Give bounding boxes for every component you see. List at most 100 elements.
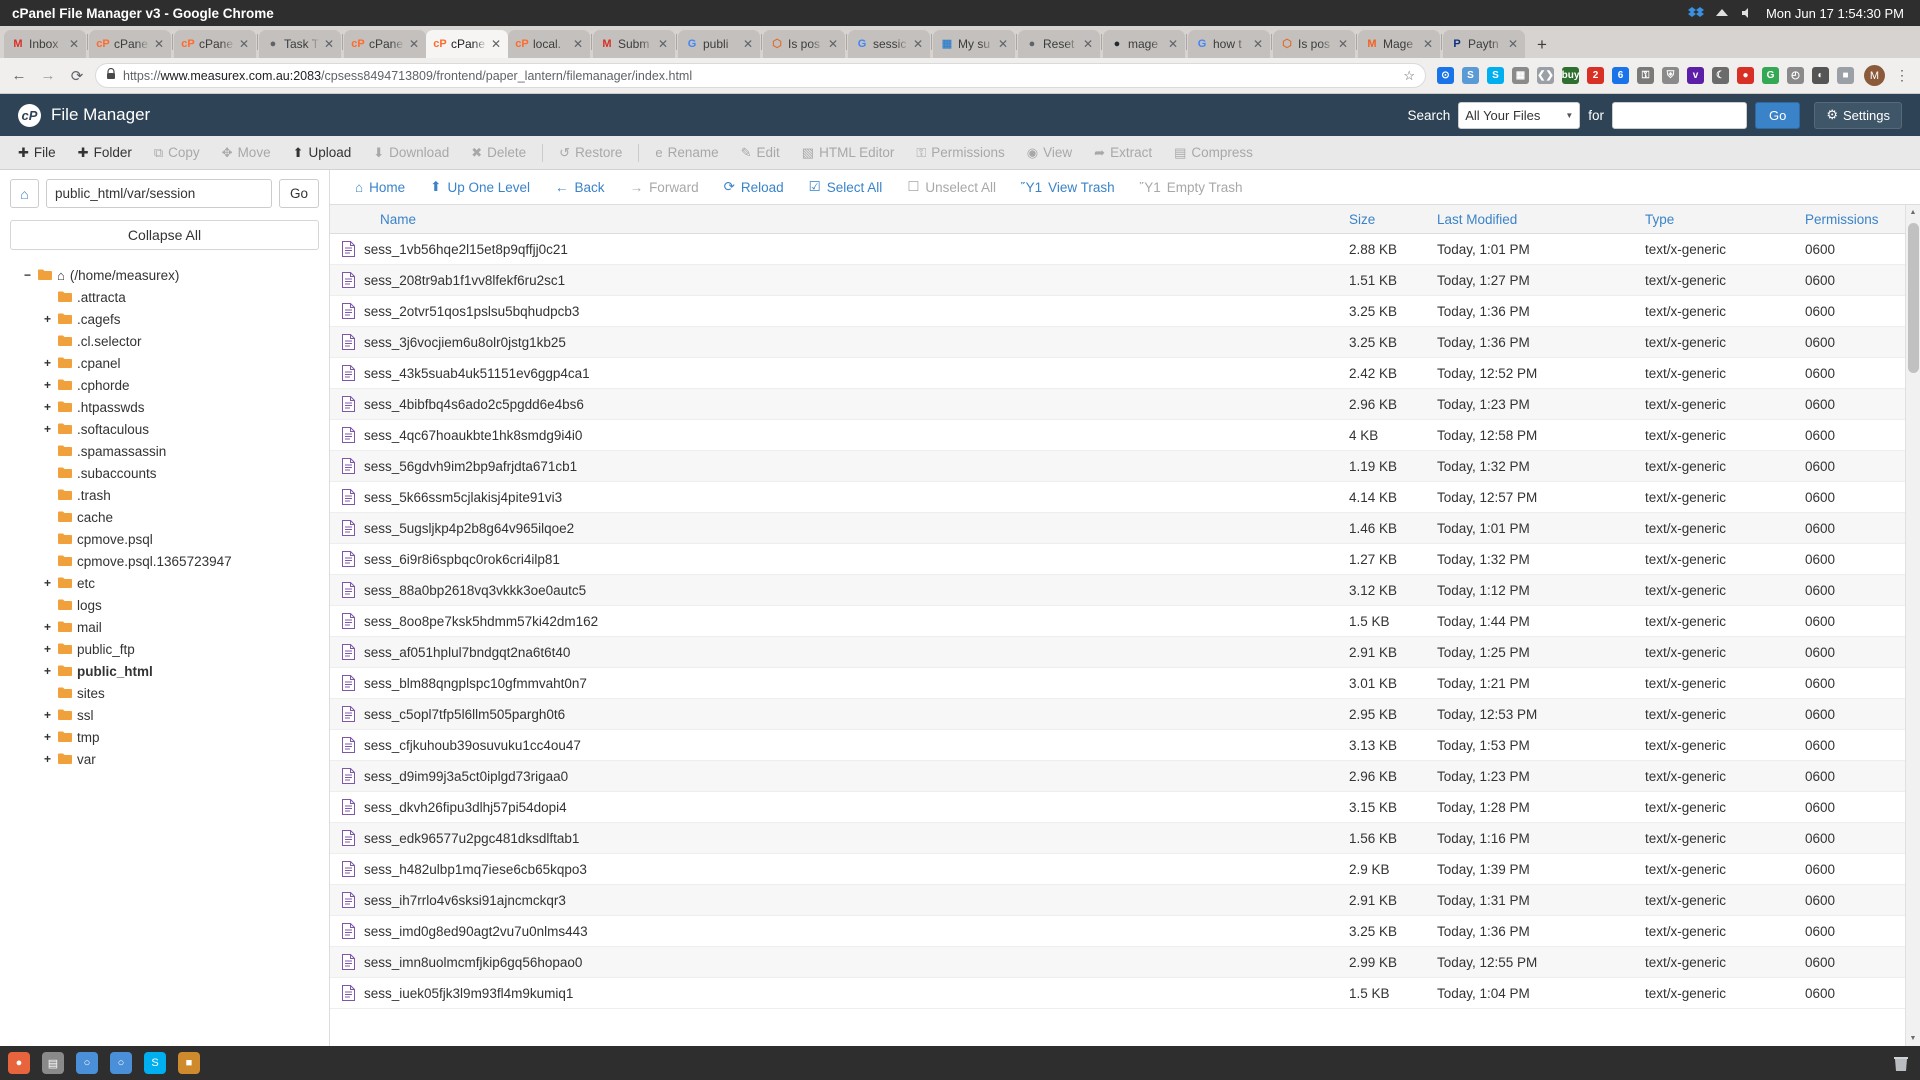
file-button[interactable]: ✚ File: [8, 139, 66, 167]
folder-button[interactable]: ✚ Folder: [68, 139, 142, 167]
tree-node[interactable]: cache: [10, 506, 319, 528]
tree-node[interactable]: .spamassassin: [10, 440, 319, 462]
browser-tab[interactable]: Gsessic ✕: [848, 30, 930, 58]
file-name-label[interactable]: sess_4bibfbq4s6ado2c5pgdd6e4bs6: [364, 397, 584, 412]
file-name-label[interactable]: sess_1vb56hqe2l15et8p9qffjj0c21: [364, 242, 568, 257]
ext-clock-icon[interactable]: ◴: [1787, 67, 1804, 84]
table-row[interactable]: sess_edk96577u2pgc481dksdlftab1 1.56 KB To…: [330, 823, 1905, 854]
tree-node[interactable]: + etc: [10, 572, 319, 594]
table-row[interactable]: sess_4bibfbq4s6ado2c5pgdd6e4bs6 2.96 KB To…: [330, 389, 1905, 420]
table-row[interactable]: sess_5ugsljkp4p2b8g64v965ilqoe2 1.46 KB To…: [330, 513, 1905, 544]
table-row[interactable]: sess_1vb56hqe2l15et8p9qffjj0c21 2.88 KB To…: [330, 234, 1905, 265]
ext-green-dot-icon[interactable]: G: [1762, 67, 1779, 84]
tree-node[interactable]: + public_html: [10, 660, 319, 682]
browser-tab[interactable]: ● Reset ✕: [1018, 30, 1100, 58]
tab-close-icon[interactable]: ✕: [1338, 38, 1350, 50]
expand-icon[interactable]: +: [42, 620, 53, 634]
tree-node[interactable]: + .softaculous: [10, 418, 319, 440]
ext-buy-icon[interactable]: buy: [1562, 67, 1579, 84]
expand-icon[interactable]: +: [42, 356, 53, 370]
table-row[interactable]: sess_iuek05fjk3l9m93fl4m9kumiq1 1.5 KB Tod…: [330, 978, 1905, 1009]
table-row[interactable]: sess_208tr9ab1f1vv8lfekf6ru2sc1 1.51 KB To…: [330, 265, 1905, 296]
search-input[interactable]: [1612, 102, 1747, 129]
expand-icon[interactable]: +: [42, 752, 53, 766]
file-name-label[interactable]: sess_56gdvh9im2bp9afrjdta671cb1: [364, 459, 577, 474]
ext-code-icon[interactable]: ❮❯: [1537, 67, 1554, 84]
table-row[interactable]: sess_43k5suab4uk51151ev6ggp4ca1 2.42 KB To…: [330, 358, 1905, 389]
table-row[interactable]: sess_88a0bp2618vq3vkkk3oe0autc5 3.12 KB To…: [330, 575, 1905, 606]
file-name-label[interactable]: sess_88a0bp2618vq3vkkk3oe0autc5: [364, 583, 586, 598]
tree-node[interactable]: sites: [10, 682, 319, 704]
ext-moon-icon[interactable]: ☾: [1712, 67, 1729, 84]
nav-view-trash[interactable]: Ὕ1 View Trash: [1010, 173, 1126, 201]
column-header-permissions[interactable]: Permissions: [1805, 212, 1905, 227]
table-row[interactable]: sess_c5opl7tfp5l6llm505pargh0t6 2.95 KB To…: [330, 699, 1905, 730]
back-button[interactable]: ←: [8, 65, 30, 87]
table-row[interactable]: sess_ih7rrlo4v6sksi91ajncmckqr3 2.91 KB To…: [330, 885, 1905, 916]
tab-close-icon[interactable]: ✕: [743, 38, 755, 50]
expand-icon[interactable]: +: [42, 378, 53, 392]
ext-vimeo-icon[interactable]: v: [1687, 67, 1704, 84]
tree-node[interactable]: + mail: [10, 616, 319, 638]
ext-blue-badge-icon[interactable]: 6: [1612, 67, 1629, 84]
tab-close-icon[interactable]: ✕: [1083, 38, 1095, 50]
chrome-icon[interactable]: ○: [106, 1048, 136, 1078]
browser-tab[interactable]: cP cPane ✕: [174, 30, 256, 58]
tree-node[interactable]: + .htpasswds: [10, 396, 319, 418]
file-name-label[interactable]: sess_h482ulbp1mq7iese6cb65kqpo3: [364, 862, 587, 877]
file-name-label[interactable]: sess_af051hplul7bndgqt2na6t6t40: [364, 645, 570, 660]
expand-icon[interactable]: +: [42, 708, 53, 722]
files-icon[interactable]: ▤: [38, 1048, 68, 1078]
clock[interactable]: Mon Jun 17 1:54:30 PM: [1766, 6, 1904, 21]
expand-icon[interactable]: +: [42, 642, 53, 656]
home-icon[interactable]: ⌂: [10, 179, 39, 208]
path-go-button[interactable]: Go: [279, 179, 319, 208]
browser-tab[interactable]: M Subm ✕: [593, 30, 675, 58]
ext-bitwarden-icon[interactable]: ⊙: [1437, 67, 1454, 84]
tab-close-icon[interactable]: ✕: [1253, 38, 1265, 50]
tab-close-icon[interactable]: ✕: [828, 38, 840, 50]
tab-close-icon[interactable]: ✕: [573, 38, 585, 50]
browser-tab[interactable]: P Paytn ✕: [1443, 30, 1525, 58]
file-name-label[interactable]: sess_imn8uolmcmfjkip6gq56hopao0: [364, 955, 582, 970]
expand-icon[interactable]: +: [42, 422, 53, 436]
browser-tab[interactable]: ⬡ Is pos ✕: [1273, 30, 1355, 58]
browser-tab[interactable]: ● Task T ✕: [259, 30, 341, 58]
path-input[interactable]: public_html/var/session: [46, 179, 272, 208]
trash-icon[interactable]: [1886, 1048, 1916, 1078]
tab-close-icon[interactable]: ✕: [154, 38, 166, 50]
ext-mail-badge-icon[interactable]: 2: [1587, 67, 1604, 84]
tab-close-icon[interactable]: ✕: [239, 38, 251, 50]
sublime-icon[interactable]: ■: [174, 1048, 204, 1078]
settings-button[interactable]: ⚙ Settings: [1814, 102, 1902, 129]
tree-node[interactable]: − ⌂ (/home/measurex): [10, 264, 319, 286]
tree-node[interactable]: logs: [10, 594, 319, 616]
search-go-button[interactable]: Go: [1755, 102, 1800, 129]
tab-close-icon[interactable]: ✕: [491, 38, 503, 50]
file-name-label[interactable]: sess_2otvr51qos1pslsu5bqhudpcb3: [364, 304, 579, 319]
tree-node[interactable]: .trash: [10, 484, 319, 506]
file-name-label[interactable]: sess_iuek05fjk3l9m93fl4m9kumiq1: [364, 986, 573, 1001]
file-name-label[interactable]: sess_ih7rrlo4v6sksi91ajncmckqr3: [364, 893, 566, 908]
scroll-up-arrow[interactable]: ▲: [1906, 205, 1920, 220]
table-row[interactable]: sess_2otvr51qos1pslsu5bqhudpcb3 3.25 KB To…: [330, 296, 1905, 327]
tab-close-icon[interactable]: ✕: [324, 38, 336, 50]
tree-node[interactable]: .attracta: [10, 286, 319, 308]
vertical-scrollbar[interactable]: ▲ ▼: [1905, 205, 1920, 1046]
table-row[interactable]: sess_imn8uolmcmfjkip6gq56hopao0 2.99 KB To…: [330, 947, 1905, 978]
table-row[interactable]: sess_6i9r8i6spbqc0rok6cri4ilp81 1.27 KB To…: [330, 544, 1905, 575]
ext-grid-icon[interactable]: ▦: [1512, 67, 1529, 84]
tab-close-icon[interactable]: ✕: [913, 38, 925, 50]
table-row[interactable]: sess_5k66ssm5cjlakisj4pite91vi3 4.14 KB To…: [330, 482, 1905, 513]
expand-icon[interactable]: +: [42, 312, 53, 326]
nav-reload[interactable]: ⟳ Reload: [713, 173, 795, 201]
tree-node[interactable]: .subaccounts: [10, 462, 319, 484]
file-name-label[interactable]: sess_3j6vocjiem6u8olr0jstg1kb25: [364, 335, 566, 350]
tree-node[interactable]: + ssl: [10, 704, 319, 726]
file-name-label[interactable]: sess_208tr9ab1f1vv8lfekf6ru2sc1: [364, 273, 565, 288]
browser-tab[interactable]: cP cPane ✕: [89, 30, 171, 58]
file-name-label[interactable]: sess_43k5suab4uk51151ev6ggp4ca1: [364, 366, 590, 381]
nav-up-one-level[interactable]: ⬆ Up One Level: [419, 173, 541, 201]
file-name-label[interactable]: sess_edk96577u2pgc481dksdlftab1: [364, 831, 579, 846]
reload-button[interactable]: ⟳: [66, 65, 88, 87]
